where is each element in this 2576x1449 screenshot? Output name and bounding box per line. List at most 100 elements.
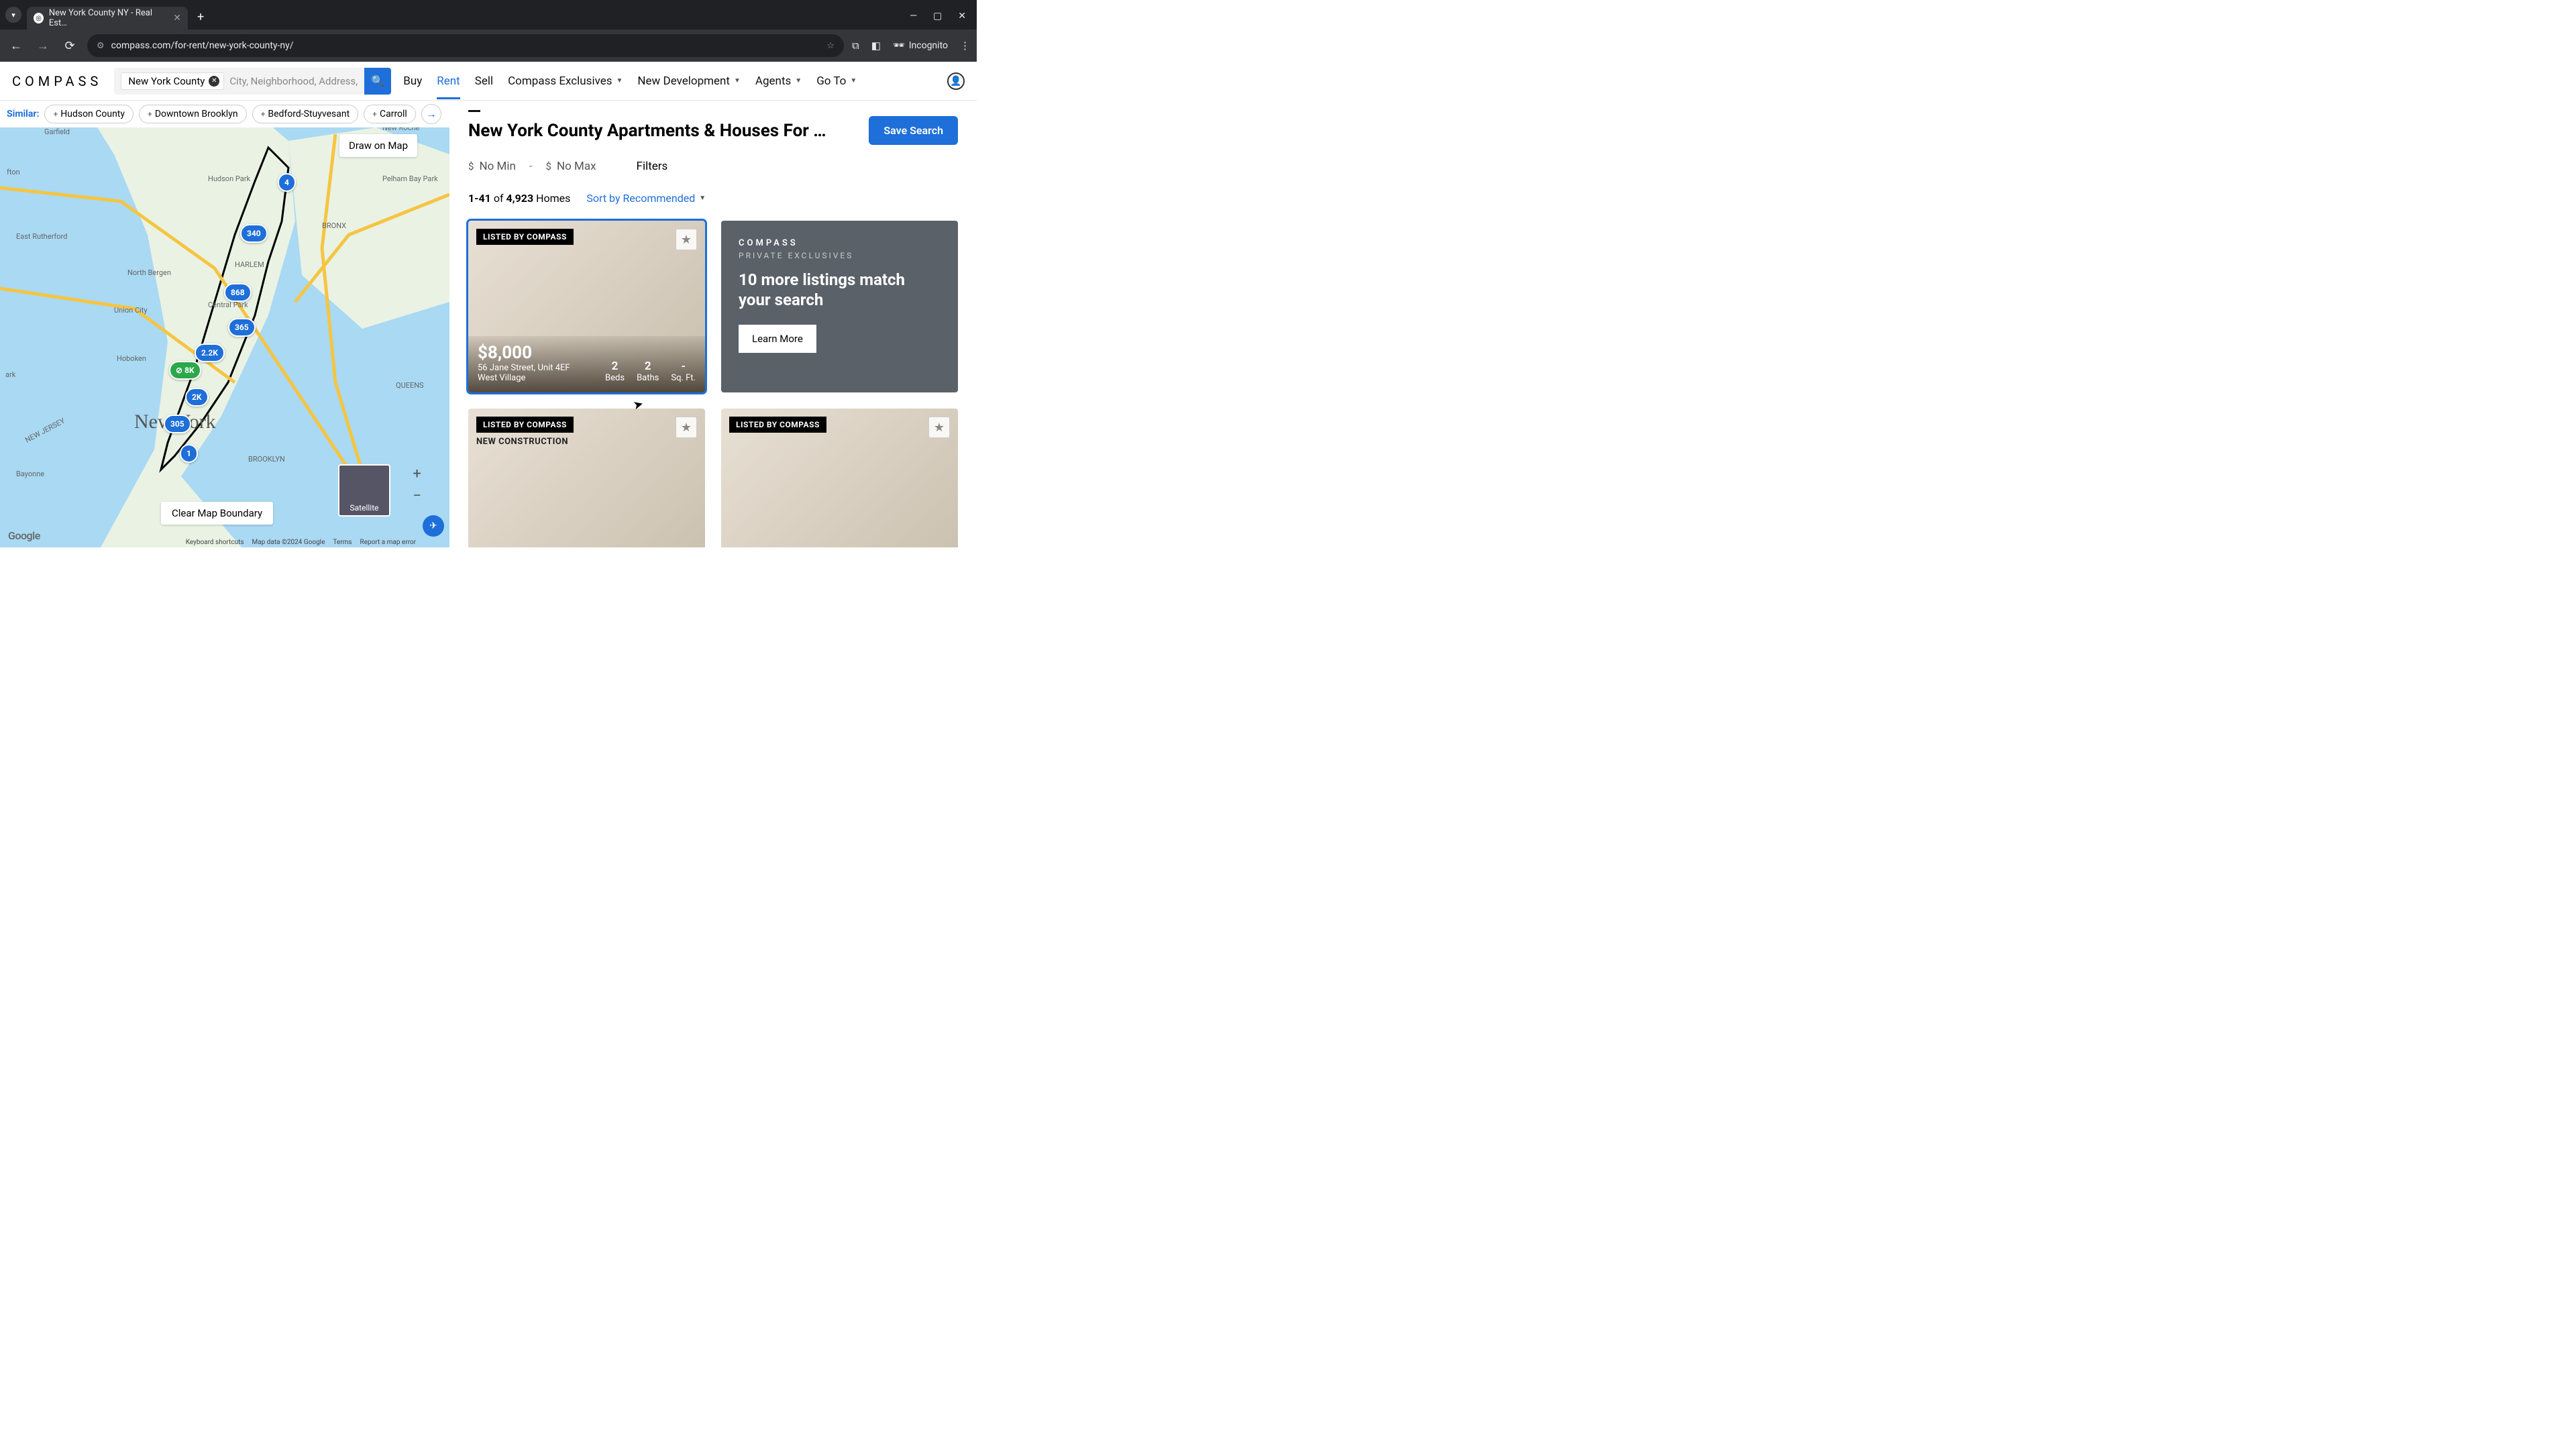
price-max-input[interactable]: $No Max xyxy=(546,160,596,173)
svg-text:Pelham Bay Park: Pelham Bay Park xyxy=(382,174,438,183)
account-icon[interactable]: 👤 xyxy=(947,72,965,90)
svg-text:HARLEM: HARLEM xyxy=(235,260,264,269)
listing-sub-badge: NEW CONSTRUCTION xyxy=(476,437,568,447)
similar-next-icon[interactable]: → xyxy=(421,104,441,124)
location-search-input[interactable]: New York County ✕ City, Neighborhood, Ad… xyxy=(114,68,364,95)
svg-text:Union City: Union City xyxy=(114,306,148,315)
svg-text:fton: fton xyxy=(7,168,20,176)
url-text: compass.com/for-rent/new-york-county-ny/ xyxy=(111,40,294,51)
favorite-button[interactable]: ★ xyxy=(676,417,697,438)
draw-on-map-button[interactable]: Draw on Map xyxy=(339,134,417,157)
map-data-label: Map data ©2024 Google xyxy=(252,539,325,546)
map-cluster-pin[interactable]: 868 xyxy=(224,283,252,302)
chevron-down-icon: ▼ xyxy=(850,77,857,85)
promo-logo: COMPASS xyxy=(739,238,941,248)
address-bar[interactable]: ⚙ compass.com/for-rent/new-york-county-n… xyxy=(87,34,844,57)
search-button[interactable]: 🔍 xyxy=(364,68,391,95)
forward-icon: → xyxy=(34,39,52,53)
incognito-icon: 🕶 xyxy=(893,40,905,51)
favorite-button[interactable]: ★ xyxy=(676,229,697,250)
star-icon: ★ xyxy=(681,421,692,435)
map-panel[interactable]: GarfieldTeaneck Englewood Mt VernonPelha… xyxy=(0,101,449,547)
svg-text:North Bergen: North Bergen xyxy=(127,268,171,277)
private-exclusives-promo[interactable]: COMPASSPRIVATE EXCLUSIVES10 more listing… xyxy=(721,221,958,392)
similar-chip[interactable]: +Carroll xyxy=(364,105,416,123)
chevron-down-icon: ▼ xyxy=(795,77,802,85)
svg-text:BROOKLYN: BROOKLYN xyxy=(248,455,285,464)
listing-badge: LISTED BY COMPASS xyxy=(476,417,574,433)
extensions-icon[interactable]: ⧉ xyxy=(852,40,859,52)
filters-button[interactable]: Filters xyxy=(637,160,668,173)
sort-dropdown[interactable]: Sort by Recommended▼ xyxy=(586,192,706,205)
nav-rent[interactable]: Rent xyxy=(437,74,460,99)
map-cluster-pin[interactable]: 340 xyxy=(240,224,268,243)
search-icon: 🔍 xyxy=(371,74,384,87)
star-icon: ★ xyxy=(934,421,945,435)
zoom-in-button[interactable]: + xyxy=(410,463,424,485)
satellite-toggle[interactable]: Satellite xyxy=(338,464,390,517)
similar-label: Similar: xyxy=(7,109,39,119)
compass-logo[interactable]: COMPASS xyxy=(12,73,102,89)
terms-link[interactable]: Terms xyxy=(333,539,352,546)
sidepanel-icon[interactable]: ◧ xyxy=(871,40,881,52)
svg-text:Bayonne: Bayonne xyxy=(16,470,44,478)
incognito-indicator[interactable]: 🕶 Incognito xyxy=(893,40,948,51)
tab-title: New York County NY - Real Est… xyxy=(49,8,164,28)
clear-boundary-button[interactable]: Clear Map Boundary xyxy=(161,502,273,525)
back-icon[interactable]: ← xyxy=(7,39,25,53)
listing-card[interactable]: LISTED BY COMPASS★$8,00056 Jane Street, … xyxy=(468,221,705,392)
listing-badge: LISTED BY COMPASS xyxy=(729,417,826,433)
map-cluster-pin[interactable]: ⊘8K xyxy=(169,361,201,380)
listing-price: $8,000 xyxy=(478,343,570,363)
favorite-button[interactable]: ★ xyxy=(928,417,950,438)
listing-card[interactable]: LISTED BY COMPASS ★ xyxy=(721,409,958,547)
bookmark-icon[interactable]: ☆ xyxy=(826,41,835,51)
nav-goto[interactable]: Go To▼ xyxy=(816,74,857,88)
svg-text:ark: ark xyxy=(5,370,16,379)
zoom-out-button[interactable]: − xyxy=(410,485,424,507)
tab-search-dropdown[interactable]: ▾ xyxy=(5,7,21,23)
chevron-down-icon: ▼ xyxy=(699,195,706,202)
nav-sell[interactable]: Sell xyxy=(475,74,493,88)
close-tab-icon[interactable]: ✕ xyxy=(173,13,181,23)
map-cluster-pin[interactable]: 1 xyxy=(180,444,198,463)
chevron-down-icon: ▼ xyxy=(734,77,741,85)
site-settings-icon[interactable]: ⚙ xyxy=(97,41,105,51)
check-icon: ⊘ xyxy=(176,366,182,375)
kebab-menu-icon[interactable]: ⋮ xyxy=(960,40,970,52)
listing-address: 56 Jane Street, Unit 4EF xyxy=(478,363,570,373)
chevron-down-icon: ▼ xyxy=(616,77,623,85)
transit-layer-icon[interactable]: ✈ xyxy=(423,515,444,537)
listing-card[interactable]: LISTED BY COMPASS NEW CONSTRUCTION ★ xyxy=(468,409,705,547)
map-cluster-pin[interactable]: 365 xyxy=(228,318,256,337)
maximize-icon[interactable]: ▢ xyxy=(933,11,942,21)
svg-text:Hoboken: Hoboken xyxy=(117,354,146,363)
results-title: New York County Apartments & Houses For … xyxy=(468,121,855,141)
nav-buy[interactable]: Buy xyxy=(403,74,422,88)
nav-agents[interactable]: Agents▼ xyxy=(755,74,802,88)
map-cluster-pin[interactable]: 2K xyxy=(185,388,209,407)
learn-more-button[interactable]: Learn More xyxy=(739,325,816,353)
keyboard-shortcuts-link[interactable]: Keyboard shortcuts xyxy=(186,539,244,546)
map-cluster-pin[interactable]: 4 xyxy=(278,173,296,192)
new-tab-button[interactable]: + xyxy=(197,10,204,24)
remove-tag-icon[interactable]: ✕ xyxy=(209,76,219,87)
browser-tab[interactable]: ◎ New York County NY - Real Est… ✕ xyxy=(27,7,188,30)
report-error-link[interactable]: Report a map error xyxy=(360,539,416,546)
save-search-button[interactable]: Save Search xyxy=(869,116,958,145)
close-window-icon[interactable]: ✕ xyxy=(958,11,966,21)
price-min-input[interactable]: $No Min xyxy=(468,160,516,173)
minimize-icon[interactable]: ― xyxy=(910,11,917,21)
results-count: 1-41 of 4,923 Homes xyxy=(468,192,570,205)
svg-text:East Rutherford: East Rutherford xyxy=(16,232,67,241)
nav-exclusives[interactable]: Compass Exclusives▼ xyxy=(508,74,623,88)
nav-new-development[interactable]: New Development▼ xyxy=(637,74,741,88)
similar-chip[interactable]: +Bedford-Stuyvesant xyxy=(252,105,359,123)
reload-icon[interactable]: ⟳ xyxy=(60,39,79,53)
search-tag[interactable]: New York County ✕ xyxy=(121,72,224,90)
similar-chip[interactable]: +Downtown Brooklyn xyxy=(139,105,247,123)
star-icon: ★ xyxy=(681,233,692,247)
map-cluster-pin[interactable]: 305 xyxy=(164,415,191,433)
map-cluster-pin[interactable]: 2.2K xyxy=(195,343,225,362)
similar-chip[interactable]: +Hudson County xyxy=(44,105,133,123)
